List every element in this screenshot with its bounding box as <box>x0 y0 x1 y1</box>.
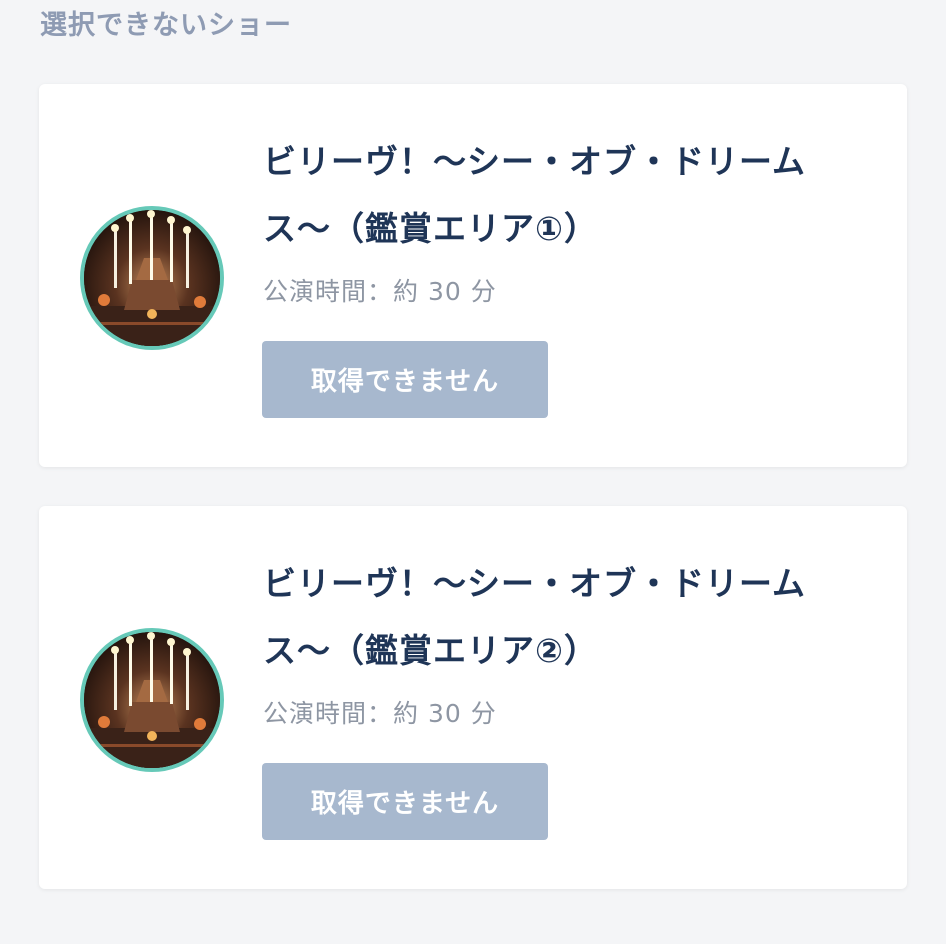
unavailable-shows-page: 選択できないショー ビリーヴ！〜シー・オブ・ドリームス〜（鑑賞エリア①） 公演時… <box>0 0 946 944</box>
unavailable-button[interactable]: 取得できません <box>262 341 548 418</box>
show-card: ビリーヴ！〜シー・オブ・ドリームス〜（鑑賞エリア②） 公演時間：約 30 分 取… <box>39 506 907 889</box>
show-duration: 公演時間：約 30 分 <box>263 699 497 728</box>
show-thumbnail <box>80 206 224 350</box>
section-heading: 選択できないショー <box>40 10 292 41</box>
show-title: ビリーヴ！〜シー・オブ・ドリームス〜（鑑賞エリア①） <box>263 142 807 248</box>
unavailable-button[interactable]: 取得できません <box>262 763 548 840</box>
show-card: ビリーヴ！〜シー・オブ・ドリームス〜（鑑賞エリア①） 公演時間：約 30 分 取… <box>39 84 907 467</box>
show-thumbnail <box>80 628 224 772</box>
show-duration: 公演時間：約 30 分 <box>263 277 497 306</box>
show-title: ビリーヴ！〜シー・オブ・ドリームス〜（鑑賞エリア②） <box>263 564 807 670</box>
